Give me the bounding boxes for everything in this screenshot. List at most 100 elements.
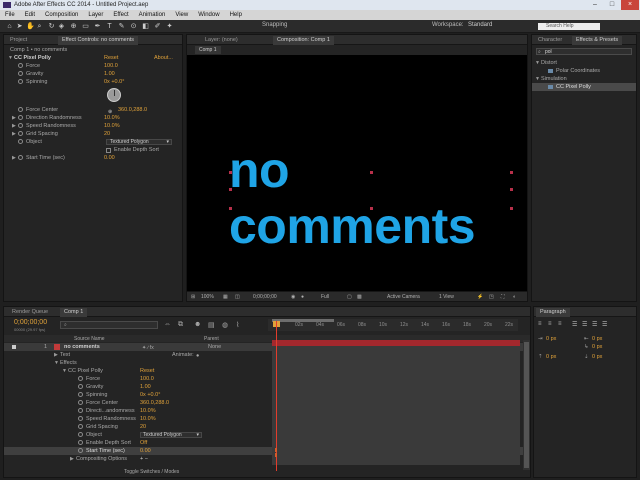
tab-comp-1-timeline[interactable]: Comp 1 <box>60 308 88 317</box>
timeline-timecode[interactable]: 0;00;00;00 <box>14 319 47 326</box>
track-area[interactable] <box>272 340 520 465</box>
magnifier-icon[interactable]: ⊞ <box>191 294 195 300</box>
fast-preview-icon[interactable]: ⚡ <box>477 294 483 300</box>
effects-search-input[interactable]: ⌕ pol <box>536 48 632 55</box>
roto-brush-tool-icon[interactable]: ✐ <box>154 23 161 30</box>
home-icon[interactable]: ⌂ <box>6 23 13 30</box>
space-before-value[interactable]: 0 px <box>546 353 556 361</box>
views-dropdown[interactable]: 1 View <box>439 294 454 300</box>
zoom-tool-icon[interactable]: ⌕ <box>36 23 43 30</box>
eraser-tool-icon[interactable]: ◧ <box>142 23 149 30</box>
layer-duration-bar[interactable] <box>272 340 520 346</box>
stopwatch-icon[interactable] <box>18 123 23 128</box>
pen-tool-icon[interactable]: ✒ <box>94 23 101 30</box>
align-center-icon[interactable]: ≡ <box>548 321 552 327</box>
compositing-options-buttons[interactable]: + − <box>140 455 148 463</box>
stopwatch-icon[interactable] <box>18 107 23 112</box>
object-dropdown[interactable]: Textured Polygon ▾ <box>106 139 172 145</box>
menu-file[interactable]: File <box>0 10 20 20</box>
stopwatch-icon[interactable] <box>78 400 83 405</box>
text-layer[interactable]: no comments <box>229 142 527 254</box>
clone-stamp-tool-icon[interactable]: ⊙ <box>130 23 137 30</box>
twirl-down-icon[interactable]: ▼ <box>8 54 13 62</box>
camera-dropdown[interactable]: Active Camera <box>387 294 420 300</box>
stopwatch-icon[interactable] <box>18 79 23 84</box>
justify-left-icon[interactable]: ☰ <box>572 321 577 328</box>
minimize-icon[interactable]: – <box>586 0 604 10</box>
comp-canvas[interactable]: no comments <box>187 55 527 291</box>
roi-icon[interactable]: ▢ <box>347 294 352 300</box>
property-value[interactable]: Off <box>140 439 147 447</box>
eye-icon[interactable] <box>12 345 16 349</box>
menu-composition[interactable]: Composition <box>40 10 83 20</box>
tab-project[interactable]: Project <box>6 36 31 45</box>
exposure-icon[interactable]: ◐ <box>513 294 516 300</box>
rotate-tool-icon[interactable]: ↻ <box>48 23 55 30</box>
tab-effects-presets[interactable]: Effects & Presets <box>572 36 623 45</box>
param-value[interactable]: 10.0% <box>104 114 120 122</box>
menu-view[interactable]: View <box>170 10 193 20</box>
property-value[interactable]: 10.0% <box>140 415 156 423</box>
flowchart-icon[interactable]: ⛶ <box>501 294 505 300</box>
viewer-timecode[interactable]: 0;00;00;00 <box>253 294 277 300</box>
timeline-icon[interactable]: ◳ <box>489 294 494 300</box>
justify-all-icon[interactable]: ☰ <box>602 321 607 328</box>
bbox-handle[interactable] <box>510 171 513 174</box>
column-parent[interactable]: Parent <box>204 335 219 343</box>
camera-tool-icon[interactable]: ◈ <box>58 23 65 30</box>
stopwatch-icon[interactable] <box>78 384 83 389</box>
snapshot-icon[interactable]: ◉ <box>291 294 295 300</box>
property-value[interactable]: 0.00 <box>140 447 151 455</box>
property-value[interactable]: 100.0 <box>140 375 154 383</box>
motion-blur-icon[interactable]: ◍ <box>222 321 228 329</box>
first-line-indent-value[interactable]: 0 px <box>592 343 602 351</box>
brush-tool-icon[interactable]: ✎ <box>118 23 125 30</box>
frame-blend-icon[interactable]: ▤ <box>208 321 215 329</box>
stopwatch-icon[interactable] <box>18 115 23 120</box>
tab-paragraph[interactable]: Paragraph <box>536 308 570 317</box>
toggle-switches-modes[interactable]: Toggle Switches / Modes <box>124 469 179 475</box>
mask-icon[interactable]: ◫ <box>235 294 240 300</box>
keyframe-marker[interactable] <box>275 448 277 452</box>
stopwatch-icon[interactable] <box>78 424 83 429</box>
shy-icon[interactable]: ☻ <box>194 321 201 328</box>
timeline-scrollbar[interactable] <box>523 340 530 470</box>
menu-window[interactable]: Window <box>193 10 224 20</box>
comp-subtab[interactable]: Comp 1 <box>195 46 221 54</box>
category-distort[interactable]: ▼ Distort <box>532 59 636 67</box>
effect-header[interactable]: ▼ CC Pixel Polly Reset About... <box>4 54 182 62</box>
param-value[interactable]: 0.00 <box>104 154 115 162</box>
effect-item-cc-pixel-polly[interactable]: CC Pixel Polly <box>532 83 636 91</box>
graph-editor-icon[interactable]: ⌇ <box>236 321 239 329</box>
maximize-icon[interactable]: □ <box>603 0 621 10</box>
column-source-name[interactable]: Source Name <box>74 335 105 343</box>
bbox-handle[interactable] <box>510 188 513 191</box>
layer-name[interactable]: no comments <box>64 343 100 351</box>
object-dropdown[interactable]: Textured Polygon ▾ <box>140 432 202 438</box>
about-link[interactable]: About... <box>154 54 173 62</box>
stopwatch-icon[interactable] <box>18 63 23 68</box>
pan-behind-tool-icon[interactable]: ⊕ <box>70 23 77 30</box>
property-value[interactable]: 0x +0.0° <box>140 391 160 399</box>
stopwatch-icon[interactable] <box>78 440 83 445</box>
reset-link[interactable]: Reset <box>140 367 154 375</box>
zoom-dropdown[interactable]: 100% <box>201 294 214 300</box>
stopwatch-icon[interactable] <box>78 392 83 397</box>
stopwatch-icon[interactable] <box>78 408 83 413</box>
tab-composition[interactable]: Composition: Comp 1 <box>273 36 334 45</box>
bbox-handle[interactable] <box>229 171 232 174</box>
tab-effect-controls[interactable]: Effect Controls: no comments <box>58 36 139 45</box>
stopwatch-icon[interactable] <box>18 131 23 136</box>
bbox-handle[interactable] <box>370 171 373 174</box>
stopwatch-icon[interactable] <box>18 71 23 76</box>
stopwatch-icon[interactable] <box>18 139 23 144</box>
stopwatch-icon[interactable] <box>18 155 23 160</box>
bbox-handle[interactable] <box>229 188 232 191</box>
property-value[interactable]: 1.00 <box>140 383 151 391</box>
draft-3d-icon[interactable]: ⧉ <box>178 321 183 329</box>
bbox-handle[interactable] <box>229 207 232 210</box>
type-tool-icon[interactable]: T <box>106 23 113 30</box>
reset-link[interactable]: Reset <box>104 54 118 62</box>
label-color[interactable] <box>54 344 60 350</box>
menu-animation[interactable]: Animation <box>134 10 171 20</box>
